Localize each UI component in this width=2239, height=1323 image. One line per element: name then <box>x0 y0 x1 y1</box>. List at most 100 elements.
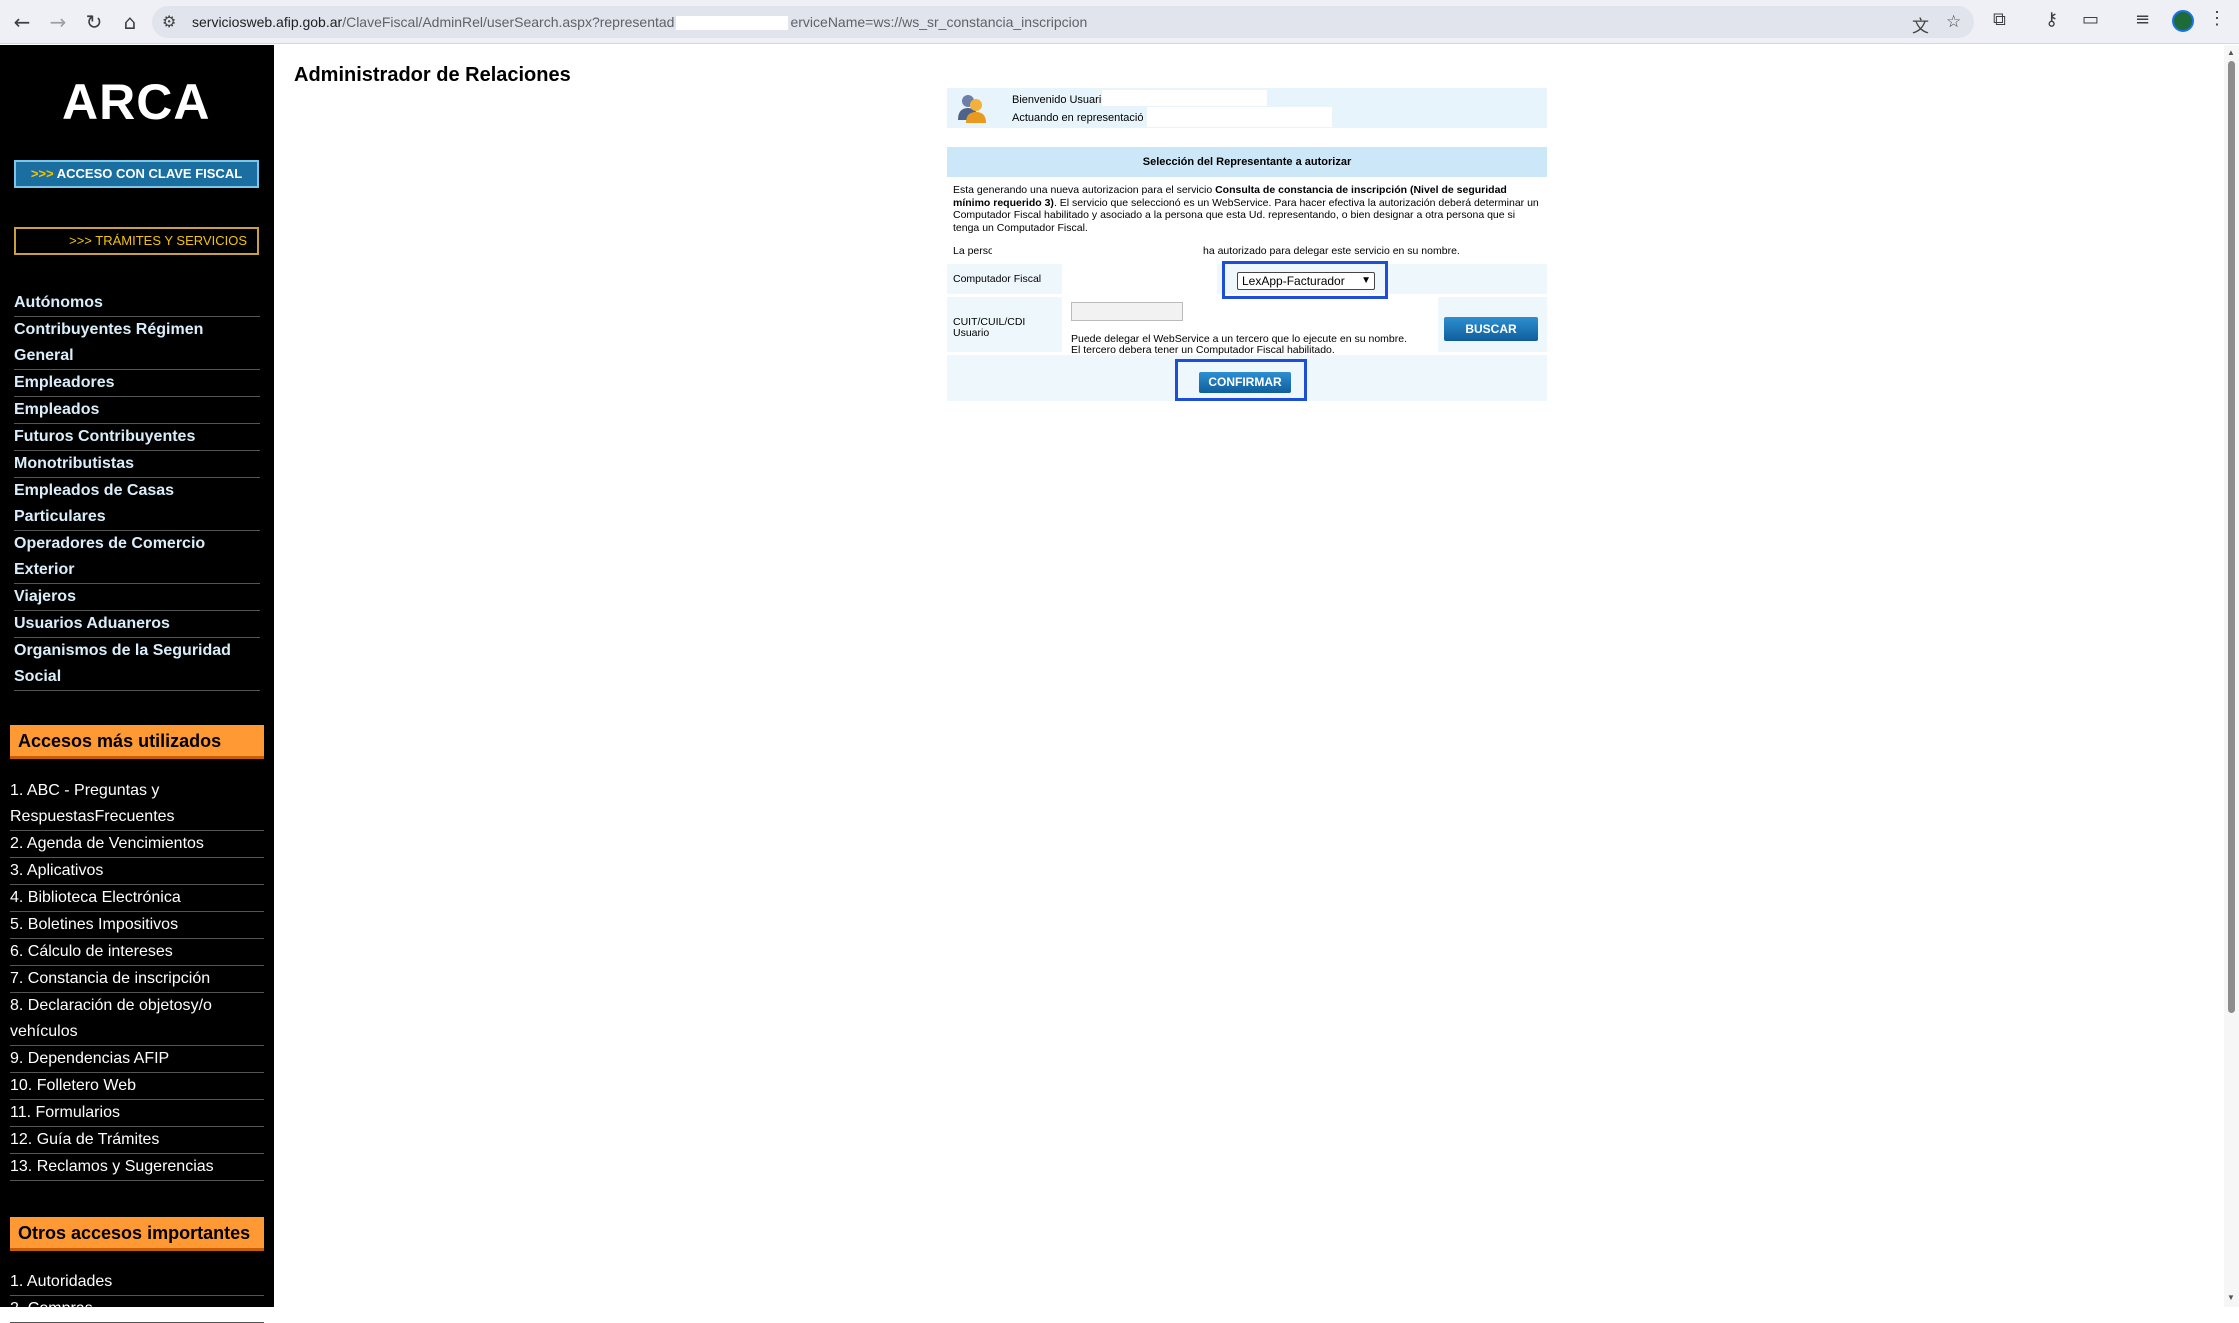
panel-header: Selección del Representante a autorizar <box>947 147 1547 177</box>
extensions-icon[interactable]: ⧉ <box>1993 9 2006 30</box>
acceso-link-label: 7. Constancia de inscripción <box>10 970 211 987</box>
site-info-icon[interactable]: ⚙ <box>162 12 176 31</box>
computador-fiscal-select[interactable]: LexApp-Facturador ▼ <box>1237 272 1375 290</box>
media-icon[interactable]: ≡ <box>2135 9 2150 30</box>
sidebar: ARCA >>> ACCESO CON CLAVE FISCAL >>> TRÁ… <box>0 45 274 1323</box>
acceso-link[interactable]: 4. Biblioteca Electrónica <box>10 885 264 912</box>
la-persona-text-end: ha autorizado para delegar este servicio… <box>1203 245 1460 257</box>
acceso-link-label: Frecuentes <box>94 808 175 825</box>
buscar-button[interactable]: BUSCAR <box>1444 317 1538 341</box>
home-icon[interactable]: ⌂ <box>116 8 144 36</box>
password-key-icon[interactable]: ⚷ <box>2045 9 2058 30</box>
sidebar-category-link-label: General <box>14 347 74 364</box>
scroll-thumb[interactable] <box>2228 61 2235 1013</box>
acceso-link[interactable]: 5. Boletines Impositivos <box>10 912 264 939</box>
acceso-link[interactable]: 13. Reclamos y Sugerencias <box>10 1154 264 1181</box>
representative-panel: Selección del Representante a autorizar … <box>947 147 1547 401</box>
scroll-up-icon[interactable]: ▲ <box>2227 48 2235 57</box>
translate-icon[interactable]: 文 <box>1912 12 1929 37</box>
sidebar-category-link-label: Contribuyentes Régimen <box>14 321 204 338</box>
acceso-link-label: 6. Cálculo de intereses <box>10 943 173 960</box>
otro-acceso-link-label: 1. Autoridades <box>10 1273 113 1290</box>
acceso-link[interactable]: 8. Declaración de objetosy/o vehículos <box>10 993 264 1046</box>
sidebar-category-link-label: Exterior <box>14 561 75 578</box>
sidebar-category-link-label: Usuarios Aduaneros <box>14 615 170 632</box>
computador-select-highlight: LexApp-Facturador ▼ <box>1222 261 1388 299</box>
otros-accesos-list: 1. Autoridades 2. Compras <box>10 1269 264 1323</box>
panel-description: Esta generando una nueva autorizacion pa… <box>953 184 1539 234</box>
acceso-link[interactable]: 11. Formularios <box>10 1100 264 1127</box>
accesos-list: 1. ABC - Preguntas y RespuestasFrecuente… <box>10 778 264 1181</box>
sidebar-category-link-label: Operadores de Comercio <box>14 535 206 552</box>
forward-icon[interactable]: → <box>44 8 72 36</box>
browser-toolbar: ← → ↻ ⌂ ⚙ serviciosweb.afip.gob.ar/Clave… <box>0 0 2239 44</box>
sidebar-category-link[interactable]: Futuros Contribuyentes <box>14 424 260 451</box>
acceso-link[interactable]: 9. Dependencias AFIP <box>10 1046 264 1073</box>
confirmar-button[interactable]: CONFIRMAR <box>1199 372 1291 393</box>
sidebar-category-link[interactable]: Viajeros <box>14 584 260 611</box>
sidebar-category-link-label: Empleados de Casas <box>14 482 175 499</box>
acceso-link[interactable]: 2. Agenda de Vencimientos <box>10 831 264 858</box>
acceso-link-label: 3. Aplicativos <box>10 862 104 879</box>
menu-icon[interactable]: ⋮ <box>2208 8 2226 29</box>
sidebar-category-link[interactable]: Organismos de la Seguridad Social <box>14 638 260 691</box>
address-bar[interactable]: ⚙ serviciosweb.afip.gob.ar/ClaveFiscal/A… <box>152 6 1974 38</box>
sidebar-category-link-label: Monotributistas <box>14 455 134 472</box>
acceso-link-label: 8. Declaración de objetos <box>10 997 191 1014</box>
sidebar-category-link[interactable]: Empleados <box>14 397 260 424</box>
welcome-user: Bienvenido Usuari <box>1012 94 1102 106</box>
reading-mode-icon[interactable]: ▭ <box>2082 9 2099 30</box>
sidebar-category-link-label: Organismos de la Seguridad <box>14 642 231 659</box>
url-text: serviciosweb.afip.gob.ar/ClaveFiscal/Adm… <box>192 14 1088 31</box>
bookmark-star-icon[interactable]: ☆ <box>1946 12 1961 32</box>
cuit-label: CUIT/CUIL/CDI Usuario <box>953 316 1026 339</box>
delegar-text: Puede delegar el WebService a un tercero… <box>1071 333 1408 356</box>
acceso-link[interactable]: 6. Cálculo de intereses <box>10 939 264 966</box>
acceso-link-label: 9. Dependencias AFIP <box>10 1050 170 1067</box>
acceso-link[interactable]: 10. Folletero Web <box>10 1073 264 1100</box>
welcome-box: Bienvenido Usuari Actuando en representa… <box>947 88 1547 128</box>
chevron-down-icon: ▼ <box>1361 275 1371 286</box>
otro-acceso-link[interactable]: 1. Autoridades <box>10 1269 264 1296</box>
acceso-clave-fiscal-button[interactable]: >>> ACCESO CON CLAVE FISCAL <box>14 160 259 188</box>
back-icon[interactable]: ← <box>8 8 36 36</box>
sidebar-category-link[interactable]: Monotributistas <box>14 451 260 478</box>
category-list: Autónomos Contribuyentes Régimen General Em… <box>14 290 260 691</box>
acceso-link-label: 13. Reclamos y Sugerencias <box>10 1158 214 1175</box>
sidebar-category-link-label: Viajeros <box>14 588 76 605</box>
acceso-link-label: 2. Agenda de Vencimientos <box>10 835 204 852</box>
accesos-mas-utilizados-header: Accesos más utilizados <box>10 725 264 759</box>
acceso-link[interactable]: 3. Aplicativos <box>10 858 264 885</box>
otros-accesos-header: Otros accesos importantes <box>10 1217 264 1251</box>
acceso-link-label: 4. Biblioteca Electrónica <box>10 889 181 906</box>
sidebar-category-link[interactable]: Contribuyentes Régimen General <box>14 317 260 370</box>
acceso-link-label: 10. Folletero Web <box>10 1077 136 1094</box>
page-scrollbar[interactable]: ▲ ▼ <box>2224 45 2239 1307</box>
arca-logo[interactable]: ARCA <box>62 73 210 131</box>
scroll-down-icon[interactable]: ▼ <box>2227 1293 2235 1302</box>
acceso-link[interactable]: 7. Constancia de inscripción <box>10 966 264 993</box>
acting-on-behalf: Actuando en representació <box>1012 112 1144 124</box>
acceso-link-label: 5. Boletines Impositivos <box>10 916 179 933</box>
sidebar-category-link[interactable]: Empleados de Casas Particulares <box>14 478 260 531</box>
sidebar-category-link-label: Empleados <box>14 401 100 418</box>
reload-icon[interactable]: ↻ <box>80 8 108 36</box>
acceso-link-label: 11. Formularios <box>10 1104 120 1121</box>
sidebar-category-link[interactable]: Usuarios Aduaneros <box>14 611 260 638</box>
computador-fiscal-label: Computador Fiscal <box>953 273 1042 285</box>
acceso-link[interactable]: 1. ABC - Preguntas y RespuestasFrecuente… <box>10 778 264 831</box>
sidebar-category-link-label: Futuros Contribuyentes <box>14 428 196 445</box>
sidebar-category-link[interactable]: Empleadores <box>14 370 260 397</box>
la-persona-text: La perso <box>953 245 994 257</box>
acceso-link-label: 12. Guía de Trámites <box>10 1131 160 1148</box>
acceso-link[interactable]: 12. Guía de Trámites <box>10 1127 264 1154</box>
sidebar-category-link-label: Empleadores <box>14 374 115 391</box>
sidebar-category-link[interactable]: Autónomos <box>14 290 260 317</box>
cuit-input[interactable] <box>1071 302 1183 321</box>
sidebar-category-link[interactable]: Operadores de Comercio Exterior <box>14 531 260 584</box>
users-icon <box>958 95 986 123</box>
otro-acceso-link[interactable]: 2. Compras <box>10 1296 264 1323</box>
sidebar-category-link-label: Social <box>14 668 62 685</box>
tramites-servicios-button[interactable]: >>> TRÁMITES Y SERVICIOS <box>14 227 259 255</box>
profile-icon[interactable] <box>2172 10 2194 32</box>
